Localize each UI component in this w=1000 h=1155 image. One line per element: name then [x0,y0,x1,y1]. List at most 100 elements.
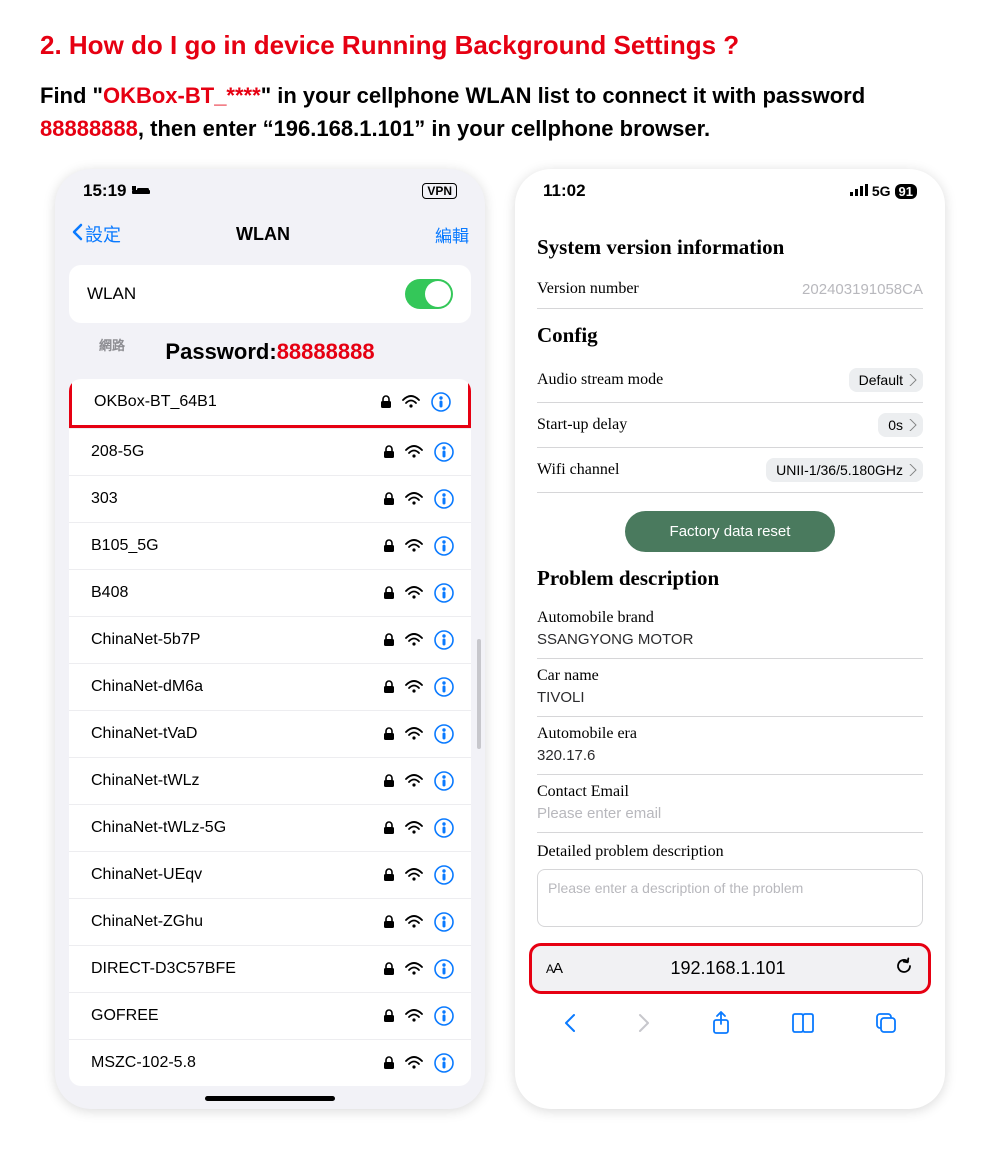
url-text: 192.168.1.101 [670,958,785,979]
network-row[interactable]: OKBox-BT_64B1 [69,379,471,428]
info-icon[interactable] [433,488,455,510]
audio-select[interactable]: Default [849,368,923,392]
detail-textarea[interactable]: Please enter a description of the proble… [537,869,923,927]
text-size-button[interactable]: AA [546,960,562,977]
wifi-icon [405,633,423,647]
phone-wlan: 15:19 VPN 設定 WLAN 編輯 WLAN 網路 [55,169,485,1109]
wifi-icon [405,445,423,459]
lock-icon [383,727,395,741]
wifi-channel-select[interactable]: UNII-1/36/5.180GHz [766,458,923,482]
nav-title: WLAN [91,224,435,245]
info-icon[interactable] [433,441,455,463]
email-label: Contact Email [537,783,923,801]
battery-badge: 91 [895,184,917,199]
edit-button[interactable]: 編輯 [435,222,469,247]
share-button[interactable] [710,1010,732,1041]
info-icon[interactable] [433,535,455,557]
wifi-icon [405,492,423,506]
bookmarks-button[interactable] [790,1012,816,1039]
reload-icon[interactable] [894,956,914,981]
info-icon[interactable] [433,1005,455,1027]
network-type: 5G [872,183,891,199]
cellular-icon [850,183,868,199]
password-value: 88888888 [277,339,375,364]
brand-value[interactable]: SSANGYONG MOTOR [537,631,923,648]
status-bar: 15:19 VPN [55,169,485,213]
instr-part1: Find " [40,83,103,108]
network-name: 208-5G [91,443,144,461]
config-heading: Config [537,323,923,348]
network-row[interactable]: ChinaNet-5b7P [69,616,471,663]
audio-label: Audio stream mode [537,371,663,389]
startup-label: Start-up delay [537,416,627,434]
info-icon[interactable] [430,391,452,413]
network-name: ChinaNet-tWLz-5G [91,819,226,837]
network-row[interactable]: B408 [69,569,471,616]
detail-label: Detailed problem description [537,843,923,861]
lock-icon [380,395,392,409]
network-row[interactable]: ChinaNet-tVaD [69,710,471,757]
home-indicator[interactable] [205,1096,335,1101]
info-icon[interactable] [433,864,455,886]
instr-part2: " in your cellphone WLAN list to connect… [261,83,865,108]
info-icon[interactable] [433,911,455,933]
network-list: OKBox-BT_64B1 208-5G 303B105_5GB408 ChinaNe… [69,379,471,1086]
wlan-toggle[interactable] [405,279,453,309]
lock-icon [383,774,395,788]
url-bar[interactable]: AA 192.168.1.101 [529,943,931,994]
wifi-icon [405,586,423,600]
chevron-left-icon [71,223,83,246]
network-name: OKBox-BT_64B1 [94,393,217,411]
era-value[interactable]: 320.17.6 [537,747,923,764]
sysver-heading: System version information [537,235,923,260]
network-row[interactable]: ChinaNet-tWLz [69,757,471,804]
lock-icon [383,915,395,929]
wifi-icon [405,727,423,741]
network-row[interactable]: ChinaNet-tWLz-5G [69,804,471,851]
info-icon[interactable] [433,629,455,651]
networks-section-label: 網路 [69,335,155,358]
info-icon[interactable] [433,582,455,604]
info-icon[interactable] [433,770,455,792]
tabs-button[interactable] [874,1011,898,1040]
wifi-icon [405,915,423,929]
car-value[interactable]: TIVOLI [537,689,923,706]
network-row[interactable]: ChinaNet-ZGhu [69,898,471,945]
wifi-icon [405,1056,423,1070]
bed-icon [132,181,150,201]
browser-toolbar [515,994,945,1071]
network-row[interactable]: GOFREE [69,992,471,1039]
lock-icon [383,821,395,835]
wifi-channel-label: Wifi channel [537,461,619,479]
info-icon[interactable] [433,723,455,745]
network-name: ChinaNet-5b7P [91,631,200,649]
nav-forward-button[interactable] [636,1012,652,1039]
network-row[interactable]: 303 [69,475,471,522]
network-row[interactable]: DIRECT-D3C57BFE [69,945,471,992]
email-field[interactable]: Please enter email [537,805,923,822]
network-row[interactable]: 208-5G [69,428,471,475]
instr-part3: , then enter “196.168.1.101” in your cel… [138,116,710,141]
version-value: 202403191058CA [802,281,923,298]
instruction-text: Find "OKBox-BT_****" in your cellphone W… [40,79,960,145]
info-icon[interactable] [433,1052,455,1074]
network-row[interactable]: ChinaNet-UEqv [69,851,471,898]
wifi-icon [405,868,423,882]
info-icon[interactable] [433,817,455,839]
info-icon[interactable] [433,676,455,698]
brand-label: Automobile brand [537,609,923,627]
info-icon[interactable] [433,958,455,980]
network-row[interactable]: ChinaNet-dM6a [69,663,471,710]
network-name: GOFREE [91,1007,159,1025]
nav-back-button[interactable] [562,1012,578,1039]
factory-reset-button[interactable]: Factory data reset [625,511,835,552]
network-row[interactable]: MSZC-102-5.8 [69,1039,471,1086]
startup-select[interactable]: 0s [878,413,923,437]
lock-icon [383,962,395,976]
phone-browser: 11:02 5G 91 System version information V… [515,169,945,1109]
instr-password: 88888888 [40,116,138,141]
wifi-icon [405,1009,423,1023]
problem-heading: Problem description [537,566,923,591]
network-row[interactable]: B105_5G [69,522,471,569]
scrollbar[interactable] [477,639,481,749]
